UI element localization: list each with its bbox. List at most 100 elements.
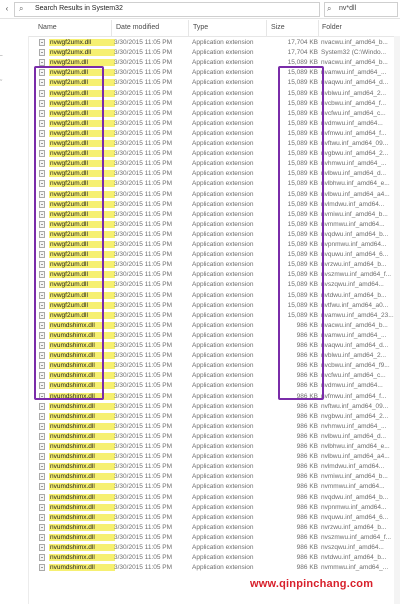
folder-path: nvblwu.inf_amd64_2... <box>321 89 387 97</box>
column-header-size[interactable]: Size <box>271 24 285 31</box>
table-row[interactable]: nvumdshimx.dll 3/30/2015 11:05 PM Applicat… <box>28 503 400 513</box>
table-row[interactable]: nvumdshimx.dll 3/30/2015 11:05 PM Applicat… <box>28 472 400 482</box>
folder-path: nvmmwu.inf_amd64_... <box>321 564 389 572</box>
dll-file-icon <box>39 533 45 541</box>
nav-pane-chevron-icon[interactable]: ˇ <box>0 80 28 90</box>
file-name: nvumdshimx.dll <box>49 443 115 450</box>
date-modified: 3/30/2015 11:05 PM <box>114 251 173 259</box>
search-input[interactable]: nv*dll <box>339 5 356 12</box>
date-modified: 3/30/2015 11:05 PM <box>114 443 173 450</box>
file-type: Application extension <box>192 463 254 471</box>
date-modified: 3/30/2015 11:05 PM <box>114 342 173 349</box>
date-modified: 3/30/2015 11:05 PM <box>114 402 173 410</box>
dll-file-icon <box>39 523 45 531</box>
date-modified: 3/30/2015 11:05 PM <box>114 281 173 289</box>
file-size: 986 KB <box>296 443 318 450</box>
table-row[interactable]: nvumdshimx.dll 3/30/2015 11:05 PM Applicat… <box>28 462 400 472</box>
file-name: nvumdshimx.dll <box>49 503 115 511</box>
table-row[interactable]: nvumdshimx.dll 3/30/2015 11:05 PM Applicat… <box>28 523 400 533</box>
file-type: Application extension <box>192 230 254 238</box>
file-type: Application extension <box>192 503 254 511</box>
file-size: 986 KB <box>296 544 318 551</box>
column-divider[interactable] <box>318 20 319 36</box>
folder-path: nvlbwu.inf_amd64_d... <box>321 170 387 178</box>
column-header-folder[interactable]: Folder <box>322 24 342 31</box>
table-row[interactable]: nvumdshimx.dll 3/30/2015 11:05 PM Applicat… <box>28 422 400 432</box>
title-bar: ‹ ⌕ Search Results in System32 ⌕ nv*dll <box>0 0 400 19</box>
column-header-date[interactable]: Date modified <box>116 24 159 31</box>
folder-path: nvamwu.inf_amd64_... <box>321 69 387 77</box>
file-type: Application extension <box>192 251 254 259</box>
table-row[interactable]: nvwgf2umx.dll 3/30/2015 11:05 PM Applicati… <box>28 38 400 48</box>
date-modified: 3/30/2015 11:05 PM <box>114 432 173 440</box>
table-row[interactable]: nvumdshimx.dll 3/30/2015 11:05 PM Applicat… <box>28 553 400 563</box>
address-bar[interactable]: ⌕ Search Results in System32 <box>14 2 320 17</box>
folder-path: nvrzwu.inf_amd64_b... <box>321 261 387 269</box>
column-divider[interactable] <box>111 20 112 36</box>
table-row[interactable]: nvumdshimx.dll 3/30/2015 11:05 PM Applicat… <box>28 533 400 543</box>
dll-file-icon <box>39 483 45 491</box>
annotation-box-sizes <box>278 66 324 400</box>
date-modified: 3/30/2015 11:05 PM <box>114 362 173 370</box>
table-row[interactable]: nvumdshimx.dll 3/30/2015 11:05 PM Applicat… <box>28 482 400 492</box>
table-row[interactable]: nvumdshimx.dll 3/30/2015 11:05 PM Applicat… <box>28 513 400 523</box>
file-type: Application extension <box>192 493 254 501</box>
date-modified: 3/30/2015 11:05 PM <box>114 39 173 46</box>
table-row[interactable]: nvumdshimx.dll 3/30/2015 11:05 PM Applicat… <box>28 543 400 553</box>
date-modified: 3/30/2015 11:05 PM <box>114 463 173 471</box>
folder-path: nvlmdwu.inf_amd64... <box>321 200 385 208</box>
file-name: nvwgf2umx.dll <box>49 49 115 57</box>
back-arrow-icon[interactable]: ‹ <box>2 3 12 14</box>
file-size: 986 KB <box>296 463 318 471</box>
folder-path: nvlbwu.inf_amd64_a4... <box>321 190 390 198</box>
nav-pane-marker[interactable]: ‾ <box>0 56 28 66</box>
file-size: 986 KB <box>296 432 318 440</box>
folder-path: nvfmwu.inf_amd64_f... <box>321 392 387 400</box>
date-modified: 3/30/2015 11:05 PM <box>114 473 173 481</box>
file-size: 986 KB <box>296 503 318 511</box>
table-row[interactable]: nvumdshimx.dll 3/30/2015 11:05 PM Applicat… <box>28 452 400 462</box>
file-size: 986 KB <box>296 523 318 531</box>
column-header-name[interactable]: Name <box>38 24 57 31</box>
file-type: Application extension <box>192 392 254 400</box>
date-modified: 3/30/2015 11:05 PM <box>114 483 173 491</box>
file-type: Application extension <box>192 49 254 57</box>
date-modified: 3/30/2015 11:05 PM <box>114 59 173 67</box>
vertical-scrollbar[interactable] <box>394 36 400 604</box>
file-type: Application extension <box>192 342 254 349</box>
table-row[interactable]: nvumdshimx.dll 3/30/2015 11:05 PM Applicat… <box>28 493 400 503</box>
date-modified: 3/30/2015 11:05 PM <box>114 140 173 147</box>
table-row[interactable]: nvumdshimx.dll 3/30/2015 11:05 PM Applicat… <box>28 402 400 412</box>
dll-file-icon <box>39 412 45 420</box>
search-box[interactable]: ⌕ nv*dll <box>324 2 398 17</box>
date-modified: 3/30/2015 11:05 PM <box>114 503 173 511</box>
file-name: nvumdshimx.dll <box>49 533 115 541</box>
date-modified: 3/30/2015 11:05 PM <box>114 170 173 178</box>
file-type: Application extension <box>192 160 254 168</box>
file-type: Application extension <box>192 210 254 218</box>
file-name: nvumdshimx.dll <box>49 412 115 420</box>
date-modified: 3/30/2015 11:05 PM <box>114 382 173 390</box>
table-row[interactable]: nvumdshimx.dll 3/30/2015 11:05 PM Applicat… <box>28 412 400 422</box>
file-name: nvumdshimx.dll <box>49 402 115 410</box>
date-modified: 3/30/2015 11:05 PM <box>114 392 173 400</box>
table-row[interactable]: nvwgf2umx.dll 3/30/2015 11:05 PM Applicati… <box>28 48 400 58</box>
folder-path: nvdmwu.inf_amd64... <box>321 119 383 127</box>
dll-file-icon <box>39 463 45 471</box>
date-modified: 3/30/2015 11:05 PM <box>114 523 173 531</box>
column-divider[interactable] <box>188 20 189 36</box>
column-divider[interactable] <box>266 20 267 36</box>
file-name: nvwgf2umx.dll <box>49 39 115 46</box>
table-row[interactable]: nvumdshimx.dll 3/30/2015 11:05 PM Applicat… <box>28 563 400 573</box>
file-type: Application extension <box>192 39 254 46</box>
date-modified: 3/30/2015 11:05 PM <box>114 271 173 279</box>
dll-file-icon <box>39 49 45 57</box>
address-text: Search Results in System32 <box>35 5 123 12</box>
column-header-type[interactable]: Type <box>193 24 208 31</box>
file-type: Application extension <box>192 523 254 531</box>
folder-path: nvlbwu.inf_amd64_a4... <box>321 453 390 461</box>
table-row[interactable]: nvumdshimx.dll 3/30/2015 11:05 PM Applicat… <box>28 442 400 452</box>
table-row[interactable]: nvumdshimx.dll 3/30/2015 11:05 PM Applicat… <box>28 432 400 442</box>
file-name: nvumdshimx.dll <box>49 473 115 481</box>
file-type: Application extension <box>192 129 254 137</box>
